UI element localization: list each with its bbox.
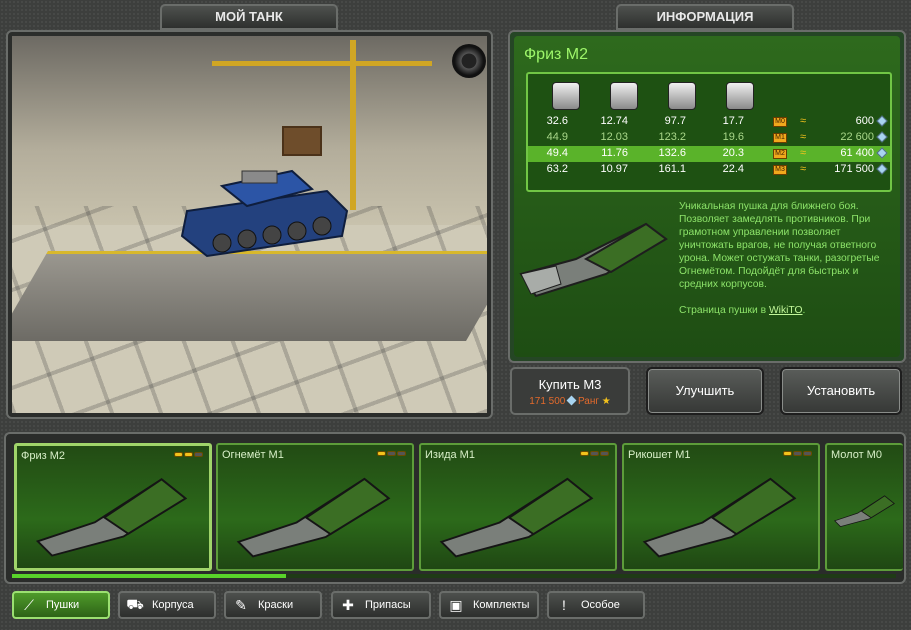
tab-my-tank[interactable]: МОЙ ТАНК <box>160 4 338 30</box>
stat-v1: 63.2 <box>546 163 568 175</box>
stat-row[interactable]: 49.4 11.76 132.6 20.3 61 400 M2 ≈ <box>528 146 890 162</box>
crystal-icon <box>876 163 888 175</box>
item-title: Фриз М2 <box>524 46 589 63</box>
stat-v3: 161.1 <box>658 163 686 175</box>
item-description: Уникальная пушка для ближнего боя. Позво… <box>679 200 889 317</box>
stat-v3: 97.7 <box>664 115 686 127</box>
stat-v2: 10.97 <box>600 163 628 175</box>
category-label: Особое <box>581 599 620 611</box>
stat-v3: 123.2 <box>658 131 686 143</box>
wiki-line: Страница пушки в WikiTO. <box>679 304 889 317</box>
cannon-icon: ⟋ <box>24 596 34 613</box>
item-carousel: Фриз М2 Огнемёт М1 Изида М1 Рикошет М1 Молот… <box>4 432 906 584</box>
install-button[interactable]: Установить <box>780 367 902 415</box>
crystal-icon <box>876 115 888 127</box>
stat-v2: 12.03 <box>600 131 628 143</box>
weapon-thumbnail <box>35 478 188 557</box>
category-label: Пушки <box>46 599 80 611</box>
category-3[interactable]: ✚ Припасы <box>331 591 431 619</box>
tank-viewer <box>6 30 493 419</box>
garage-scene <box>12 36 487 413</box>
rank-icon: ≈ <box>800 163 807 175</box>
crystal-icon <box>876 147 888 159</box>
stat-price: 600 <box>855 115 874 127</box>
buy-upgrade-button[interactable]: Купить М3 171 500 Ранг ★ <box>510 367 630 415</box>
wiki-prefix: Страница пушки в <box>679 305 769 316</box>
damage-icon <box>552 82 580 110</box>
crates <box>282 126 322 156</box>
buy-label: Купить М3 <box>538 377 602 392</box>
stat-row[interactable]: 63.2 10.97 161.1 22.4 171 500 M3 ≈ <box>528 162 890 178</box>
paint-icon: ✎ <box>235 596 247 613</box>
weapon-thumbnail <box>642 477 797 558</box>
buy-price-line: 171 500 Ранг ★ <box>512 395 628 407</box>
garage-item-card[interactable]: Изида М1 <box>419 443 617 571</box>
category-label: Припасы <box>365 599 411 611</box>
stat-row[interactable]: 32.6 12.74 97.7 17.7 600 M0 ≈ <box>528 114 890 130</box>
category-2[interactable]: ✎ Краски <box>224 591 322 619</box>
weapon-preview <box>519 222 668 298</box>
special-icon: ! <box>562 597 566 613</box>
description-text: Уникальная пушка для ближнего боя. Позво… <box>679 201 880 290</box>
rank-icon: ≈ <box>800 147 807 159</box>
rank-label: Ранг <box>577 396 600 407</box>
category-1[interactable]: ⛟ Корпуса <box>118 591 216 619</box>
modification-badge: M1 <box>773 133 787 143</box>
stat-v2: 12.74 <box>600 115 628 127</box>
range-icon <box>726 82 754 110</box>
upgrade-button[interactable]: Улучшить <box>646 367 764 415</box>
category-label: Краски <box>258 599 294 611</box>
info-panel: Фриз М2 32.6 12.74 97.7 17.7 600 M0 ≈44.9 12.03… <box>508 30 906 363</box>
rank-icon: ★ <box>601 396 611 407</box>
garage-item-card[interactable]: Рикошет М1 <box>622 443 820 571</box>
stat-v3: 132.6 <box>658 147 686 159</box>
kit-icon: ▣ <box>449 596 463 613</box>
tank-platform <box>12 251 487 341</box>
garage-item-card[interactable]: Молот М0 <box>825 443 903 571</box>
stat-v1: 44.9 <box>546 131 568 143</box>
category-label: Комплекты <box>473 599 530 611</box>
category-5[interactable]: ! Особое <box>547 591 645 619</box>
wiki-suffix: . <box>802 305 806 316</box>
weapon-thumbnail <box>439 477 594 558</box>
modification-badge: M0 <box>773 117 787 127</box>
category-0[interactable]: ⟋ Пушки <box>12 591 110 619</box>
stat-price: 61 400 <box>840 147 874 159</box>
wrench-icon: ✚ <box>342 596 354 613</box>
stat-v4: 20.3 <box>722 147 744 159</box>
stat-v2: 11.76 <box>601 147 628 159</box>
tab-info[interactable]: ИНФОРМАЦИЯ <box>616 4 794 30</box>
buy-price: 171 500 <box>529 396 566 407</box>
carousel-scrollbar[interactable] <box>12 574 896 578</box>
stat-price: 171 500 <box>834 163 874 175</box>
crystal-icon <box>876 131 888 143</box>
stat-v1: 32.6 <box>546 115 568 127</box>
weapon-thumbnail <box>236 477 391 558</box>
rank-icon: ≈ <box>800 131 807 143</box>
stat-v4: 17.7 <box>722 115 744 127</box>
scrollbar-thumb[interactable] <box>12 574 287 578</box>
reload-icon <box>610 82 638 110</box>
modification-badge: M3 <box>773 165 787 175</box>
garage-item-card[interactable]: Фриз М2 <box>14 443 212 571</box>
category-label: Корпуса <box>152 599 194 611</box>
rotation-icon <box>668 82 696 110</box>
stat-row[interactable]: 44.9 12.03 123.2 19.6 22 600 M1 ≈ <box>528 130 890 146</box>
ventilation-fan <box>452 44 486 78</box>
weapon-thumbnail <box>833 495 895 528</box>
stat-price: 22 600 <box>840 131 874 143</box>
category-4[interactable]: ▣ Комплекты <box>439 591 539 619</box>
stat-v4: 19.6 <box>722 131 744 143</box>
tank-model[interactable] <box>177 161 352 261</box>
crane-beam <box>212 61 432 66</box>
stat-v1: 49.4 <box>546 147 568 159</box>
modification-badge: M2 <box>773 149 787 159</box>
hull-icon: ⛟ <box>126 595 144 612</box>
wiki-link[interactable]: WikiTO <box>769 305 803 316</box>
stat-v4: 22.4 <box>722 163 744 175</box>
crystal-icon <box>566 395 577 406</box>
garage-item-card[interactable]: Огнемёт М1 <box>216 443 414 571</box>
rank-icon: ≈ <box>800 115 807 127</box>
stats-table: 32.6 12.74 97.7 17.7 600 M0 ≈44.9 12.03 123.2 19.… <box>526 72 892 192</box>
